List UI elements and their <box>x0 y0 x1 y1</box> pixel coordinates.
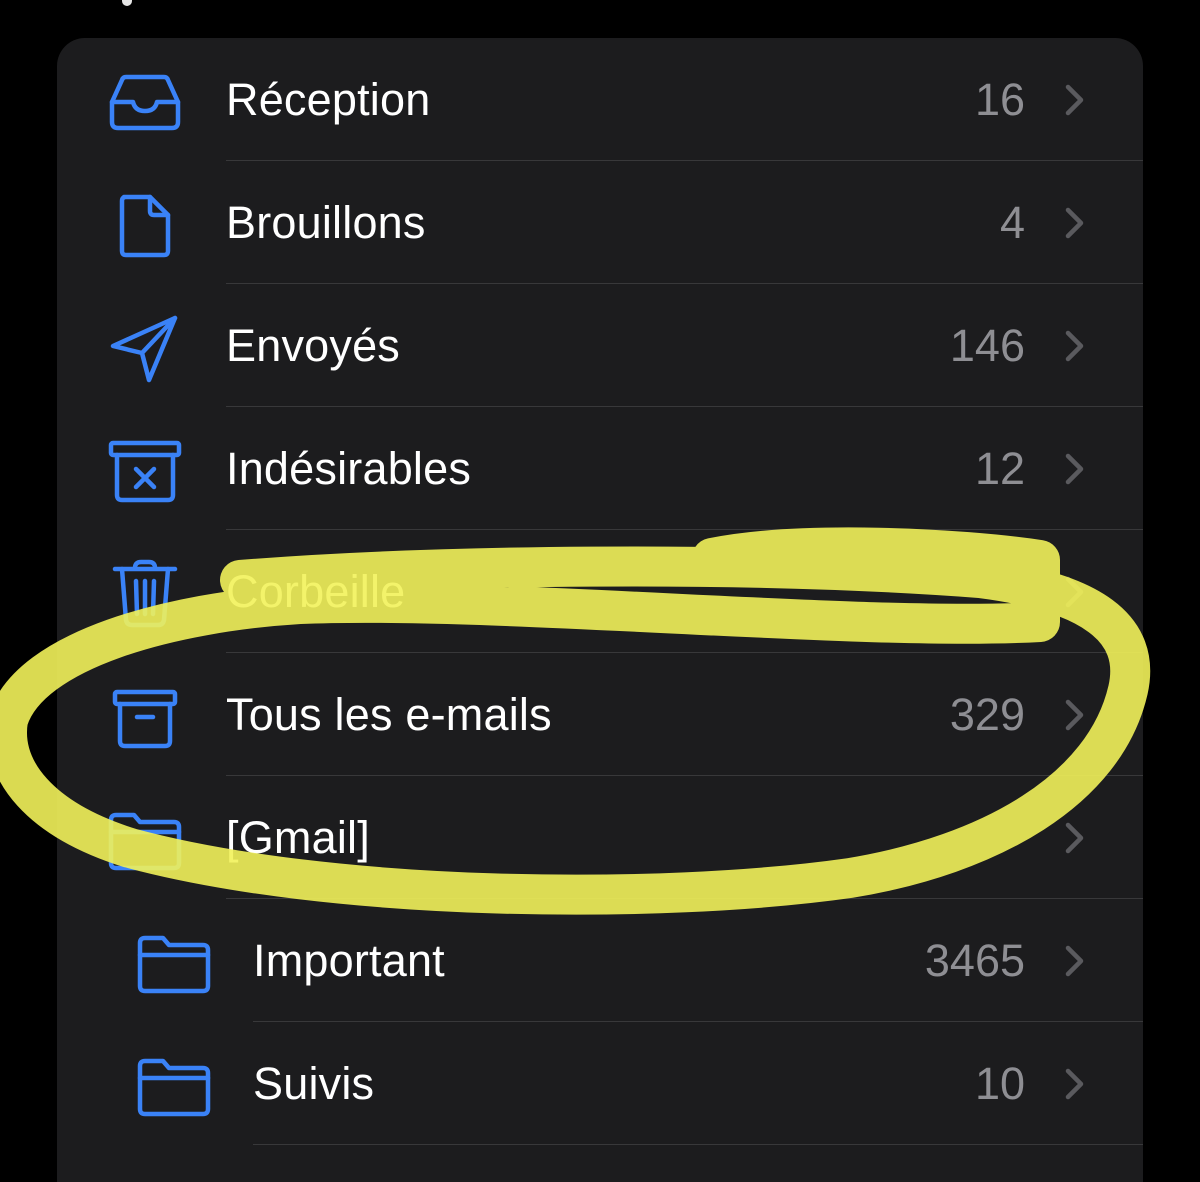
mailbox-label: Important <box>253 935 445 986</box>
inbox-icon <box>107 64 183 140</box>
mailbox-row-indesirables[interactable]: Indésirables 12 <box>57 407 1143 530</box>
folder-icon <box>136 1048 212 1124</box>
unread-count: 3465 <box>924 935 1025 986</box>
mailbox-label: [Gmail] <box>226 812 370 863</box>
chevron-right-icon <box>1059 943 1089 979</box>
document-icon <box>107 187 183 263</box>
mailbox-list: Réception 16 Brouillons 4 Envoyés 146 In… <box>57 38 1143 1182</box>
mailbox-row-tous-les-emails[interactable]: Tous les e-mails 329 <box>57 653 1143 776</box>
chevron-right-icon <box>1059 1066 1089 1102</box>
partial-heading-glyph <box>122 0 132 6</box>
chevron-right-icon <box>1059 697 1089 733</box>
chevron-right-icon <box>1059 82 1089 118</box>
mailbox-label: Corbeille <box>226 566 406 617</box>
mailbox-row-reception[interactable]: Réception 16 <box>57 38 1143 161</box>
unread-count: 146 <box>949 320 1025 371</box>
chevron-right-icon <box>1059 328 1089 364</box>
paper-plane-icon <box>107 310 183 386</box>
mailbox-label: Suivis <box>253 1058 375 1109</box>
mailbox-label: Tous les e-mails <box>226 689 552 740</box>
mailbox-row-important[interactable]: Important 3465 <box>57 899 1143 1022</box>
unread-count: 16 <box>974 74 1025 125</box>
unread-count: 329 <box>949 689 1025 740</box>
junk-bin-icon <box>107 433 183 509</box>
mailbox-label: Réception <box>226 74 431 125</box>
chevron-right-icon <box>1059 574 1089 610</box>
mailbox-row-suivis[interactable]: Suivis 10 <box>57 1022 1143 1145</box>
mailbox-row-brouillons[interactable]: Brouillons 4 <box>57 161 1143 284</box>
mailbox-row-corbeille[interactable]: Corbeille <box>57 530 1143 653</box>
unread-count: 10 <box>974 1058 1025 1109</box>
mailbox-row-gmail[interactable]: [Gmail] <box>57 776 1143 899</box>
row-separator <box>253 1143 1143 1145</box>
chevron-right-icon <box>1059 820 1089 856</box>
mailbox-label: Indésirables <box>226 443 472 494</box>
unread-count: 12 <box>974 443 1025 494</box>
mailbox-label: Brouillons <box>226 197 426 248</box>
mailbox-row-envoyes[interactable]: Envoyés 146 <box>57 284 1143 407</box>
chevron-right-icon <box>1059 451 1089 487</box>
unread-count: 4 <box>999 197 1025 248</box>
archive-icon <box>107 679 183 755</box>
chevron-right-icon <box>1059 205 1089 241</box>
folder-icon <box>136 925 212 1001</box>
mail-mailbox-list-screen: Réception 16 Brouillons 4 Envoyés 146 In… <box>0 0 1200 1182</box>
mailbox-label: Envoyés <box>226 320 400 371</box>
trash-icon <box>107 556 183 632</box>
folder-icon <box>107 802 183 878</box>
